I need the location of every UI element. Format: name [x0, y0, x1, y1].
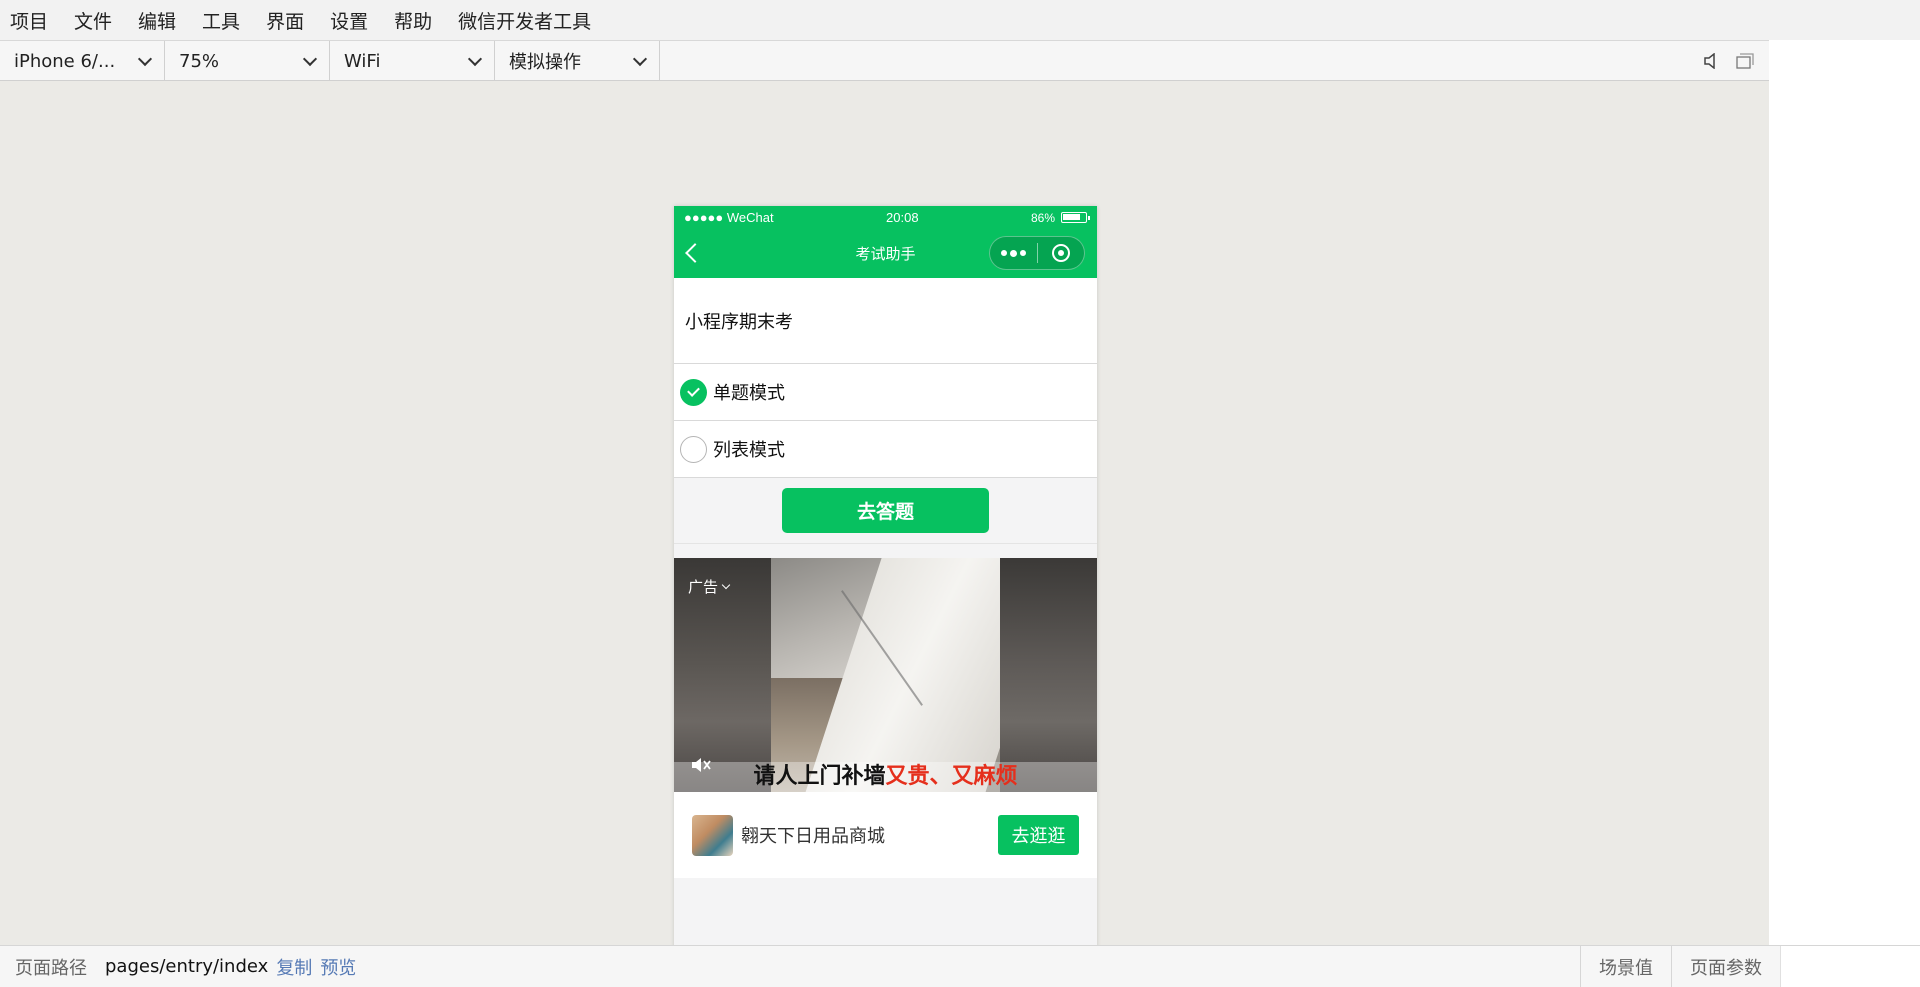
capsule-menu [989, 236, 1085, 270]
speaker-icon[interactable] [1701, 51, 1721, 71]
radio-unchecked-icon[interactable] [680, 435, 707, 463]
menu-tools[interactable]: 工具 [198, 3, 244, 38]
chevron-down-icon [721, 580, 731, 590]
ad-brand-name: 翱天下日用品商城 [741, 826, 885, 846]
network-select-value: WiFi [344, 50, 381, 72]
phone-status-bar: ●●●●● WeChat 20:08 86% [674, 206, 1097, 229]
start-button-area: 去答题 [674, 478, 1097, 544]
footer-right: 场景值 页面参数 [1580, 945, 1920, 987]
ad-label[interactable]: 广告 [688, 576, 731, 597]
status-footer: 页面路径 pages/entry/index 复制 预览 场景值 页面参数 [0, 945, 1920, 987]
copy-link[interactable]: 复制 [276, 954, 312, 980]
battery-percent: 86% [1030, 210, 1055, 225]
ad-footer: 翱天下日用品商城 去逛逛 [674, 792, 1097, 878]
signal-indicator: ●●●●● WeChat [684, 210, 774, 225]
window-icon[interactable] [1735, 51, 1755, 71]
mode-option-label: 单题模式 [713, 383, 785, 403]
mode-option-single[interactable]: 单题模式 [674, 364, 1097, 421]
phone-simulator: ●●●●● WeChat 20:08 86% 考试助手 小程序期末考 单题模式 … [674, 206, 1097, 958]
scene-value-button[interactable]: 场景值 [1580, 945, 1671, 987]
menu-settings[interactable]: 设置 [326, 3, 372, 38]
chevron-down-icon [137, 51, 153, 66]
ad-caption: 请人上门补墙又贵、又麻烦 [674, 758, 1097, 790]
chevron-down-icon [467, 51, 483, 66]
toolbar-right [1701, 41, 1769, 80]
device-select[interactable]: iPhone 6/... [0, 41, 165, 81]
simulator-canvas: ●●●●● WeChat 20:08 86% 考试助手 小程序期末考 单题模式 … [0, 81, 1769, 958]
menu-file[interactable]: 文件 [70, 3, 116, 38]
ad-video-blur-right [1000, 558, 1097, 792]
battery-icon [1061, 212, 1090, 223]
menu-edit[interactable]: 编辑 [134, 3, 180, 38]
menu-project[interactable]: 项目 [6, 3, 52, 38]
menu-help[interactable]: 帮助 [390, 3, 436, 38]
right-blank-area [1769, 40, 1920, 945]
page-title: 考试助手 [855, 246, 916, 263]
zoom-select[interactable]: 75% [165, 41, 330, 81]
menubar: 项目 文件 编辑 工具 界面 设置 帮助 微信开发者工具 [0, 0, 1920, 40]
ad-brand-avatar [692, 814, 733, 856]
ad-label-text: 广告 [688, 579, 719, 596]
ad-video-frame [771, 558, 1000, 792]
status-time: 20:08 [886, 210, 919, 225]
close-mini-program-button[interactable] [1038, 244, 1084, 262]
more-icon[interactable] [990, 249, 1037, 257]
ad-banner[interactable]: 广告 请人上门补墙又贵、又麻烦 翱天下日用品商城 去逛逛 [674, 558, 1097, 878]
target-icon [1052, 244, 1070, 262]
back-arrow-icon[interactable] [685, 243, 705, 263]
mode-option-list[interactable]: 列表模式 [674, 421, 1097, 478]
ad-cta-button[interactable]: 去逛逛 [998, 815, 1079, 855]
page-path-label: 页面路径 [15, 957, 87, 979]
simulator-toolbar: iPhone 6/... 75% WiFi 模拟操作 [0, 40, 1769, 81]
mini-program-navbar: 考试助手 [674, 229, 1097, 278]
operation-select[interactable]: 模拟操作 [495, 41, 660, 81]
radio-checked-icon[interactable] [680, 378, 707, 406]
page-path-value: pages/entry/index [105, 956, 269, 977]
ad-caption-highlight: 又贵、又麻烦 [885, 764, 1018, 789]
devtools-window: 项目 文件 编辑 工具 界面 设置 帮助 微信开发者工具 iPhone 6/..… [0, 0, 1920, 987]
ad-caption-main: 请人上门补墙 [753, 764, 886, 789]
chevron-down-icon [632, 51, 648, 66]
menu-devtools[interactable]: 微信开发者工具 [454, 3, 595, 38]
battery-status: 86% [1030, 210, 1090, 225]
ad-video[interactable]: 广告 请人上门补墙又贵、又麻烦 [674, 558, 1097, 792]
start-answer-button[interactable]: 去答题 [782, 488, 989, 533]
mode-option-label: 列表模式 [713, 440, 785, 460]
zoom-select-value: 75% [179, 50, 220, 72]
operation-select-value: 模拟操作 [509, 52, 581, 73]
chevron-down-icon [302, 51, 318, 66]
page-params-button[interactable]: 页面参数 [1671, 945, 1780, 987]
exam-title: 小程序期末考 [674, 278, 1097, 364]
device-select-value: iPhone 6/... [14, 50, 116, 72]
network-select[interactable]: WiFi [330, 41, 495, 81]
menu-interface[interactable]: 界面 [262, 3, 308, 38]
preview-link[interactable]: 预览 [320, 954, 356, 980]
battery-level [1063, 214, 1080, 220]
